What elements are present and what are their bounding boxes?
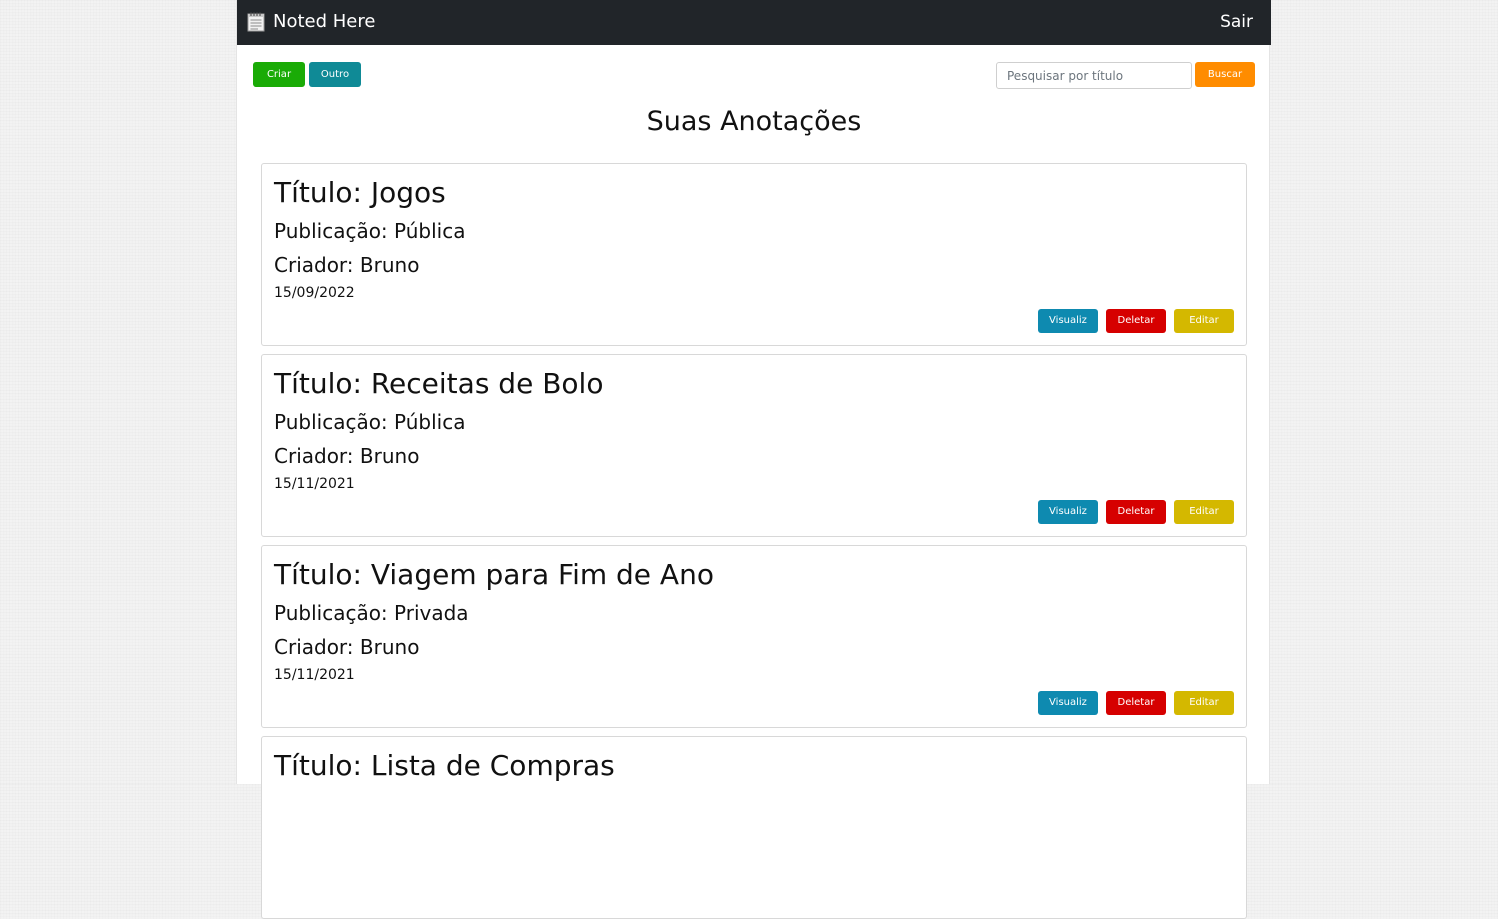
other-button[interactable]: Outro [309,62,361,87]
note-date: 15/09/2022 [274,285,355,301]
view-button[interactable]: Visualiz [1038,500,1098,524]
note-creator: Criador: Bruno [274,635,420,659]
note-card: Título: Receitas de Bolo Publicação: Púb… [261,354,1247,537]
note-title: Título: Receitas de Bolo [274,367,604,400]
note-card: Título: Jogos Publicação: Pública Criado… [261,163,1247,346]
brand[interactable]: Noted Here [247,10,375,34]
delete-button[interactable]: Deletar [1106,309,1166,333]
page-container: Noted Here Sair Criar Outro Buscar Suas … [236,0,1271,919]
search-input[interactable] [996,62,1192,89]
note-creator: Criador: Bruno [274,444,420,468]
note-creator: Criador: Bruno [274,253,420,277]
notepad-icon [247,12,265,32]
edit-button[interactable]: Editar [1174,309,1234,333]
note-publication: Publicação: Pública [274,219,466,243]
note-publication: Publicação: Pública [274,410,466,434]
note-date: 15/11/2021 [274,476,355,492]
note-card: Título: Viagem para Fim de Ano Publicaçã… [261,545,1247,728]
view-button[interactable]: Visualiz [1038,309,1098,333]
note-card: Título: Lista de Compras [261,736,1247,919]
delete-button[interactable]: Deletar [1106,691,1166,715]
delete-button[interactable]: Deletar [1106,500,1166,524]
navbar: Noted Here Sair [237,0,1271,45]
page-title: Suas Anotações [646,106,862,137]
note-title: Título: Viagem para Fim de Ano [274,558,714,591]
note-title: Título: Jogos [274,176,446,209]
view-button[interactable]: Visualiz [1038,691,1098,715]
note-publication: Publicação: Privada [274,601,469,625]
edit-button[interactable]: Editar [1174,500,1234,524]
note-date: 15/11/2021 [274,667,355,683]
search-button[interactable]: Buscar [1195,62,1255,87]
brand-name: Noted Here [273,11,376,32]
logout-link[interactable]: Sair [1220,11,1253,33]
edit-button[interactable]: Editar [1174,691,1234,715]
create-button[interactable]: Criar [253,62,305,87]
note-title: Título: Lista de Compras [274,749,615,782]
